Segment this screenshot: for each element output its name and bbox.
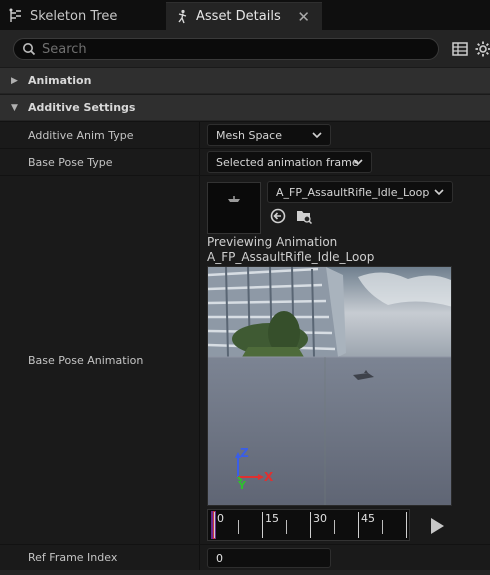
chevron-down-icon <box>353 159 363 166</box>
timeline-tick <box>310 512 311 538</box>
property-row-base-pose-type: Base Pose Type Selected animation frame <box>0 148 490 175</box>
timeline-tick-label: 0 <box>217 512 224 525</box>
search-box[interactable] <box>13 38 439 60</box>
search-icon <box>23 43 36 56</box>
search-input[interactable] <box>42 41 422 57</box>
dropdown-value: Mesh Space <box>216 128 282 142</box>
timeline-tick-label: 15 <box>265 512 279 525</box>
browse-folder-icon[interactable] <box>296 208 312 224</box>
tab-skeleton-tree[interactable]: Skeleton Tree <box>0 2 160 30</box>
ref-frame-index-input[interactable]: 0 <box>207 548 331 568</box>
property-label: Base Pose Type <box>28 156 113 169</box>
chevron-down-icon <box>434 189 444 196</box>
tab-label: Asset Details <box>196 9 281 24</box>
base-pose-type-dropdown[interactable]: Selected animation frame <box>207 151 372 173</box>
axis-label-y: Y <box>237 479 247 492</box>
preview-caption: Previewing Animation <box>207 235 338 249</box>
additive-anim-type-dropdown[interactable]: Mesh Space <box>207 124 331 146</box>
viewport-scene: Z Y X <box>208 267 451 505</box>
timeline-tick-label: 30 <box>313 512 327 525</box>
dropdown-value: Selected animation frame <box>216 155 359 169</box>
timeline-tick <box>406 512 407 538</box>
chevron-down-icon: ▼ <box>11 102 18 113</box>
timeline-tick-minor <box>286 520 287 534</box>
column-divider[interactable] <box>199 545 200 570</box>
timeline-tick <box>358 512 359 538</box>
category-additive-settings[interactable]: ▼ Additive Settings <box>0 94 490 120</box>
column-divider[interactable] <box>199 176 200 544</box>
property-row-additive-anim-type: Additive Anim Type Mesh Space <box>0 121 490 148</box>
column-divider[interactable] <box>199 122 200 148</box>
base-pose-animation-picker[interactable]: A_FP_AssaultRifle_Idle_Loop <box>267 181 453 203</box>
chevron-down-icon <box>312 132 322 139</box>
tab-label: Skeleton Tree <box>30 8 118 24</box>
close-icon[interactable]: ✕ <box>297 8 310 26</box>
animation-sequence-icon <box>178 9 187 23</box>
timeline-tick-minor <box>238 520 239 534</box>
timeline-tick-label: 45 <box>361 512 375 525</box>
property-label: Base Pose Animation <box>28 354 144 367</box>
axis-label-z: Z <box>240 446 249 460</box>
preview-asset-name: A_FP_AssaultRifle_Idle_Loop <box>207 250 375 264</box>
use-selected-asset-icon[interactable] <box>270 208 286 224</box>
asset-thumbnail[interactable] <box>207 182 261 234</box>
details-panel: ▶ Animation ▼ Additive Settings Additive… <box>0 30 490 575</box>
property-label: Ref Frame Index <box>28 551 118 564</box>
timeline-tick <box>214 512 215 538</box>
dropdown-value: A_FP_AssaultRifle_Idle_Loop <box>276 185 430 199</box>
column-divider[interactable] <box>199 149 200 175</box>
timeline-tick <box>262 512 263 538</box>
timeline-tick-minor <box>382 520 383 534</box>
input-value: 0 <box>216 551 223 565</box>
timeline-scrubber[interactable]: 0 15 30 45 <box>207 509 410 541</box>
property-label: Additive Anim Type <box>28 129 134 142</box>
tab-bar: Skeleton Tree Asset Details ✕ <box>0 0 490 30</box>
settings-gear-icon[interactable] <box>474 40 490 58</box>
category-label: Animation <box>28 74 92 87</box>
timeline-tick-minor <box>334 520 335 534</box>
play-icon[interactable] <box>428 517 446 535</box>
category-animation[interactable]: ▶ Animation <box>0 67 490 93</box>
animation-preview-viewport[interactable]: Z Y X <box>207 266 452 506</box>
axis-label-x: X <box>264 470 274 484</box>
table-view-icon[interactable] <box>451 40 469 58</box>
skeleton-tree-icon <box>9 8 21 22</box>
weapon-thumbnail-icon <box>228 196 240 202</box>
chevron-right-icon: ▶ <box>11 75 18 86</box>
category-label: Additive Settings <box>28 101 136 114</box>
property-row-ref-frame-index: Ref Frame Index 0 <box>0 544 490 570</box>
tab-asset-details[interactable]: Asset Details ✕ <box>166 2 322 30</box>
property-row-base-pose-animation: Base Pose Animation A_FP_AssaultRifle_Id… <box>0 175 490 544</box>
